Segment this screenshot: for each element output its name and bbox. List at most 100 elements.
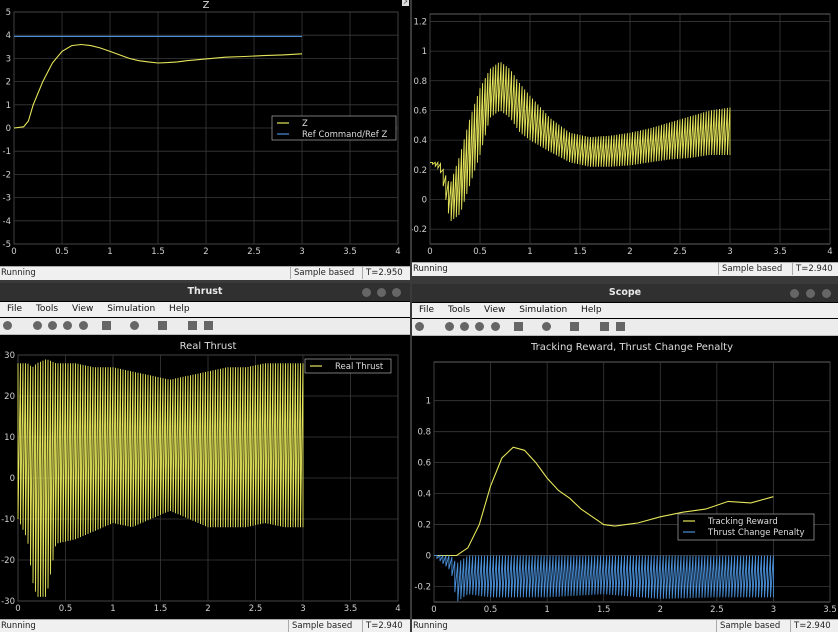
autoscale-icon[interactable] [158, 321, 167, 330]
x-tick-label: 1.5 [573, 247, 587, 257]
menu-bar: File Tools View Simulation Help [412, 303, 838, 318]
step-forward-icon[interactable] [63, 321, 72, 330]
x-tick-label: 3.5 [344, 604, 358, 614]
x-tick-label: 3 [771, 605, 776, 615]
x-tick-label: 0.5 [484, 605, 498, 615]
menu-file[interactable]: File [7, 304, 22, 314]
x-tick-label: 0.5 [59, 604, 73, 614]
x-tick-label: 1.5 [154, 604, 168, 614]
y-tick-label: 0.8 [413, 77, 427, 87]
x-tick-label: 3.5 [823, 605, 837, 615]
undock-icon[interactable]: ↗ [402, 0, 409, 6]
minimize-icon[interactable] [362, 288, 371, 297]
y-tick-label: -10 [1, 515, 15, 525]
menu-tools[interactable]: Tools [36, 304, 58, 314]
step-back-icon[interactable] [445, 322, 454, 331]
window-titlebar[interactable]: Scope [412, 284, 838, 302]
menu-help[interactable]: Help [169, 304, 190, 314]
menu-help[interactable]: Help [581, 305, 602, 315]
legend-label: Thrust Change Penalty [707, 528, 805, 538]
close-icon[interactable] [392, 288, 401, 297]
y-tick-label: -30 [1, 597, 15, 607]
status-time: T=2.940 [790, 620, 834, 632]
settings-icon[interactable] [415, 322, 424, 331]
status-time: T=2.940 [792, 263, 836, 275]
y-tick-label: -4 [3, 217, 11, 227]
menu-view[interactable]: View [72, 304, 93, 314]
menu-view[interactable]: View [484, 305, 505, 315]
trigger-icon[interactable] [600, 322, 609, 331]
window-titlebar[interactable]: Thrust [0, 283, 410, 301]
highlight-icon[interactable] [102, 321, 111, 330]
x-tick-label: 0 [15, 604, 20, 614]
x-tick-label: 2 [658, 605, 663, 615]
y-tick-label: 0.8 [417, 428, 431, 438]
stop-icon[interactable] [491, 322, 500, 331]
settings-icon[interactable] [3, 321, 12, 330]
step-back-icon[interactable] [33, 321, 42, 330]
close-icon[interactable] [822, 289, 831, 298]
status-bar: Running Sample based T=2.940 [412, 262, 838, 276]
z-chart: Z0 0.5 1 1.5 2 2.5 3 3.5 4-5-4-3-2-1012345ZRef C… [3, 0, 401, 257]
edit-icon[interactable] [616, 322, 625, 331]
status-mode: Sample based [716, 620, 783, 632]
legend-label: Tracking Reward [707, 517, 778, 527]
minimize-icon[interactable] [790, 289, 799, 298]
status-running: Running [413, 621, 448, 631]
x-tick-label: 2.5 [249, 604, 263, 614]
top-right-chart: 0 0.5 1 1.5 2 2.5 3 3.5 4 -0.2 0 0.2 0.4 0.6 0.8 1 1.2 [412, 13, 833, 257]
y-tick-label: -20 [1, 556, 15, 566]
x-tick-label: 2.5 [247, 247, 261, 257]
stop-icon[interactable] [79, 321, 88, 330]
x-tick-label: 1 [527, 247, 532, 257]
zoom-icon[interactable] [542, 322, 551, 331]
menu-bar: File Tools View Simulation Help [0, 302, 410, 317]
x-tick-label: 0.5 [473, 247, 487, 257]
maximize-icon[interactable] [377, 288, 386, 297]
menu-simulation[interactable]: Simulation [107, 304, 155, 314]
edit-icon[interactable] [204, 321, 213, 330]
status-running: Running [1, 621, 36, 631]
menu-simulation[interactable]: Simulation [519, 305, 567, 315]
x-tick-label: 3.5 [343, 247, 357, 257]
status-running: Running [1, 268, 36, 278]
highlight-icon[interactable] [514, 322, 523, 331]
zoom-icon[interactable] [130, 321, 139, 330]
x-tick-label: 2.5 [710, 605, 724, 615]
y-tick-label: 0.4 [417, 490, 431, 500]
y-tick-label: 0 [6, 124, 11, 134]
top-right-scope-window: 0 0.5 1 1.5 2 2.5 3 3.5 4 -0.2 0 0.2 0.4 0.6 0.8 1 1.2 R… [412, 0, 838, 276]
y-tick-label: -2 [3, 170, 11, 180]
y-tick-label: -5 [3, 240, 11, 250]
y-tick-label: 20 [4, 392, 15, 402]
y-tick-label: 1 [426, 397, 431, 407]
status-mode: Sample based [718, 263, 785, 275]
toolbar [0, 318, 410, 335]
step-forward-icon[interactable] [475, 322, 484, 331]
autoscale-icon[interactable] [570, 322, 579, 331]
thrust-window: Thrust File Tools View Simulation Help R… [0, 283, 410, 632]
y-tick-label: 1.2 [413, 17, 427, 27]
trigger-icon[interactable] [188, 321, 197, 330]
y-tick-label: 0.2 [413, 166, 427, 176]
x-tick-label: 1.5 [151, 247, 165, 257]
x-tick-label: 2 [203, 247, 208, 257]
x-tick-label: 1 [544, 605, 549, 615]
y-tick-label: 0 [422, 195, 427, 205]
menu-file[interactable]: File [419, 305, 434, 315]
x-tick-label: 4 [395, 247, 400, 257]
y-tick-label: 0.4 [413, 136, 427, 146]
y-tick-label: -1 [3, 147, 11, 157]
x-tick-label: 3.5 [773, 247, 787, 257]
menu-tools[interactable]: Tools [448, 305, 470, 315]
x-tick-label: 1 [110, 604, 115, 614]
y-tick-label: 0 [10, 474, 15, 484]
y-tick-label: 2 [6, 78, 11, 88]
status-bar: Running Sample based T=2.940 [412, 619, 838, 632]
status-bar: Running Sample based T=2.950 [0, 266, 410, 280]
status-time: T=2.950 [362, 267, 406, 279]
pause-icon[interactable] [460, 322, 469, 331]
y-tick-label: 30 [4, 351, 15, 361]
maximize-icon[interactable] [806, 289, 815, 298]
pause-icon[interactable] [48, 321, 57, 330]
